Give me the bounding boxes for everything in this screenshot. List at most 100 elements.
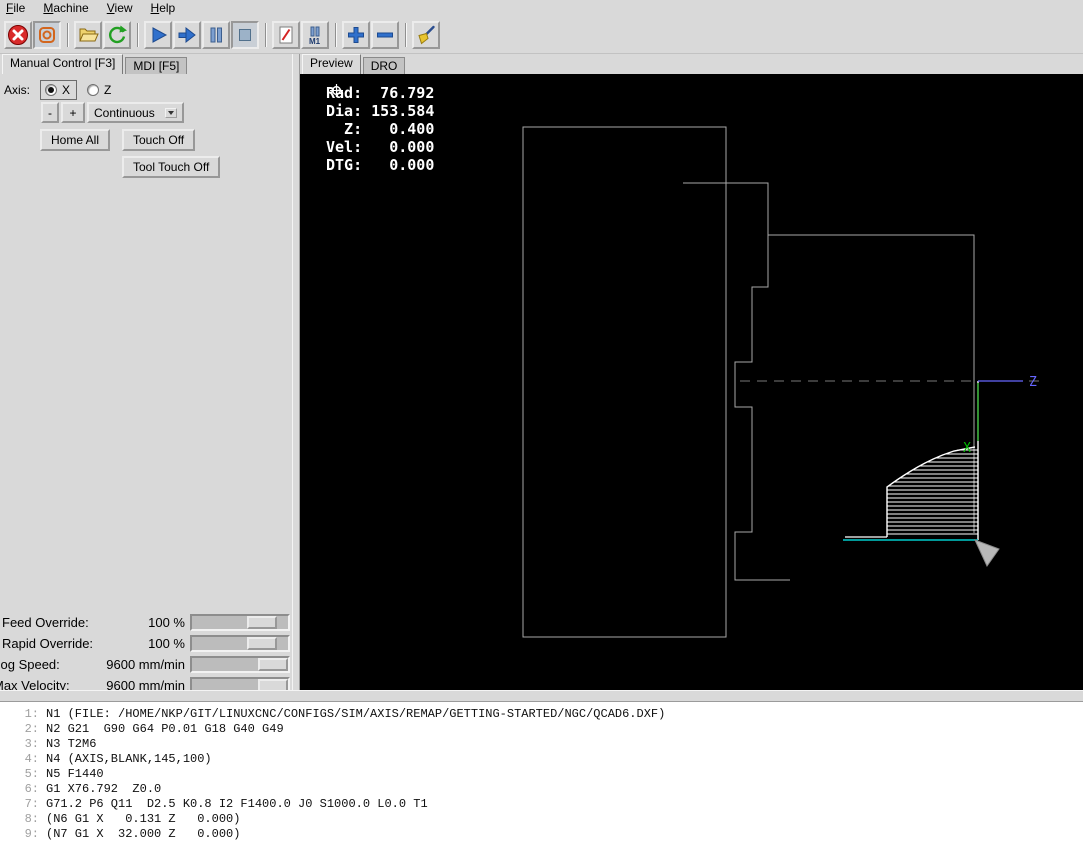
run-step-button[interactable] — [173, 20, 201, 49]
menu-item-help[interactable]: Help — [151, 1, 176, 15]
slider-row-feed-override: Feed Override: 100 % — [0, 612, 292, 633]
dro-text: DTG: 0.000 — [326, 156, 435, 174]
dro-line-vel: Vel: 0.000 — [326, 138, 434, 156]
toolpath-profile — [886, 446, 976, 537]
slider-trough[interactable] — [190, 614, 290, 631]
slider-handle[interactable] — [247, 616, 277, 629]
gcode-line-text: N2 G21 G90 G64 P0.01 G18 G40 G49 — [46, 722, 284, 736]
tool-touch-off-button[interactable]: Tool Touch Off — [122, 156, 221, 178]
axis-radio-x-label: X — [62, 83, 71, 97]
axis-radio-z[interactable]: Z — [87, 83, 111, 97]
reload-file-button[interactable] — [103, 20, 131, 49]
gcode-line-number: 8: — [24, 812, 39, 826]
gcode-line-number: 2: — [24, 722, 39, 736]
reload-file-icon — [109, 25, 127, 43]
jog-mode-dropdown[interactable]: Continuous — [87, 102, 184, 123]
stop-program-button[interactable] — [231, 20, 259, 49]
slider-label: Jog Speed: — [0, 657, 60, 672]
pause-program-icon — [210, 27, 222, 42]
axis-radio-x[interactable]: X — [40, 80, 78, 100]
gcode-line-number: 1: — [24, 707, 39, 721]
gcode-line-text: N1 (FILE: /HOME/NKP/GIT/LINUXCNC/CONFIGS… — [46, 707, 666, 721]
jog-mode-value: Continuous — [94, 105, 155, 120]
horizontal-sash[interactable] — [0, 690, 1083, 702]
run-step-icon — [178, 26, 196, 43]
z-axis-label: Z — [1029, 375, 1037, 390]
jog-minus-button[interactable]: - — [41, 102, 59, 123]
toolbar-separator — [335, 22, 337, 47]
menu-item-file[interactable]: File — [6, 1, 25, 15]
touch-off-button[interactable]: Touch Off — [122, 129, 196, 151]
jog-plus-button[interactable]: + — [61, 102, 85, 123]
toolbar-separator — [265, 22, 267, 47]
slider-label: Feed Override: — [2, 615, 89, 630]
x-axis-label: X — [963, 441, 971, 456]
gcode-line[interactable]: 2: N2 G21 G90 G64 P0.01 G18 G40 G49 — [0, 722, 1083, 737]
gcode-line[interactable]: 9: (N7 G1 X 32.000 Z 0.000) — [0, 827, 1083, 841]
stock-outline — [522, 126, 727, 638]
toolbar-separator — [405, 22, 407, 47]
gcode-line[interactable]: 1: N1 (FILE: /HOME/NKP/GIT/LINUXCNC/CONFI… — [0, 707, 1083, 722]
slider-handle[interactable] — [247, 637, 277, 650]
dro-line-dtg: DTG: 0.000 — [326, 156, 434, 174]
toolbar-separator — [67, 22, 69, 47]
slider-value: 100 % — [148, 636, 185, 651]
gcode-line-text: G71.2 P6 Q11 D2.5 K0.8 I2 F1400.0 J0 S10… — [46, 797, 428, 811]
slider-value: 100 % — [148, 615, 185, 630]
gcode-line[interactable]: 6: G1 X76.792 Z0.0 — [0, 782, 1083, 797]
gcode-line-number: 4: — [24, 752, 39, 766]
block-delete-button[interactable] — [272, 20, 300, 49]
manual-control-panel: Axis: X Z - + Continuous Home All Touch … — [0, 54, 292, 612]
zoom-out-icon — [377, 32, 393, 37]
menu-item-machine[interactable]: Machine — [43, 1, 88, 15]
optional-pause-button[interactable]: M1 — [301, 20, 329, 49]
open-file-button[interactable] — [74, 20, 102, 49]
radio-unselected-icon — [87, 84, 100, 96]
dro-line-dia: Dia: 153.584 — [326, 102, 434, 120]
axis-main-window: File Machine View Help M1 Manual Control [F… — [0, 0, 1083, 841]
tool-marker — [974, 539, 1000, 567]
machine-power-button[interactable] — [33, 20, 61, 49]
slider-trough[interactable] — [190, 635, 290, 652]
dro-line-z: Z: 0.400 — [326, 84, 434, 138]
slider-trough[interactable] — [190, 656, 290, 673]
zoom-in-icon — [348, 26, 364, 43]
preview-canvas[interactable]: Z X Rad: 76.792 Dia: 153.584 Z: 0.400 Vel: … — [300, 74, 1083, 690]
zoom-in-button[interactable] — [342, 20, 370, 49]
clear-plot-button[interactable] — [412, 20, 440, 49]
gcode-line[interactable]: 4: N4 (AXIS,BLANK,145,100) — [0, 752, 1083, 767]
part-outline-steps — [734, 235, 790, 581]
slider-label: Rapid Override: — [2, 636, 94, 651]
run-program-icon — [152, 26, 168, 43]
gcode-line[interactable]: 5: N5 F1440 — [0, 767, 1083, 782]
override-sliders: Feed Override: 100 % Rapid Override: 100 % J… — [0, 612, 292, 700]
open-file-icon — [79, 28, 99, 41]
tab-preview[interactable]: Preview — [302, 54, 361, 74]
run-program-button[interactable] — [144, 20, 172, 49]
home-all-button[interactable]: Home All — [40, 129, 111, 151]
tab-dro[interactable]: DRO — [362, 57, 406, 74]
gcode-line[interactable]: 7: G71.2 P6 Q11 D2.5 K0.8 I2 F1400.0 J0 S… — [0, 797, 1083, 812]
vertical-sash[interactable] — [292, 54, 300, 702]
gcode-line-text: (N7 G1 X 32.000 Z 0.000) — [46, 827, 241, 841]
gcode-line-text: (N6 G1 X 0.131 Z 0.000) — [46, 812, 241, 826]
estop-button[interactable] — [4, 20, 32, 49]
estop-icon — [8, 24, 28, 45]
toolbar-separator — [137, 22, 139, 47]
gcode-line-text: N3 T2M6 — [46, 737, 97, 751]
part-outline-top — [683, 182, 975, 533]
menu-bar: File Machine View Help — [0, 0, 1083, 16]
slider-value: 9600 mm/min — [106, 657, 185, 672]
roughing-passes — [887, 449, 978, 535]
axis-radio-z-label: Z — [104, 83, 112, 97]
menu-item-view[interactable]: View — [107, 1, 133, 15]
slider-handle[interactable] — [258, 658, 288, 671]
gcode-line[interactable]: 8: (N6 G1 X 0.131 Z 0.000) — [0, 812, 1083, 827]
zoom-out-button[interactable] — [371, 20, 399, 49]
homed-icon — [330, 84, 343, 97]
block-delete-icon — [279, 26, 293, 43]
toolbar: M1 — [0, 16, 1083, 54]
gcode-line[interactable]: 3: N3 T2M6 — [0, 737, 1083, 752]
gcode-line-text: N4 (AXIS,BLANK,145,100) — [46, 752, 212, 766]
pause-program-button[interactable] — [202, 20, 230, 49]
